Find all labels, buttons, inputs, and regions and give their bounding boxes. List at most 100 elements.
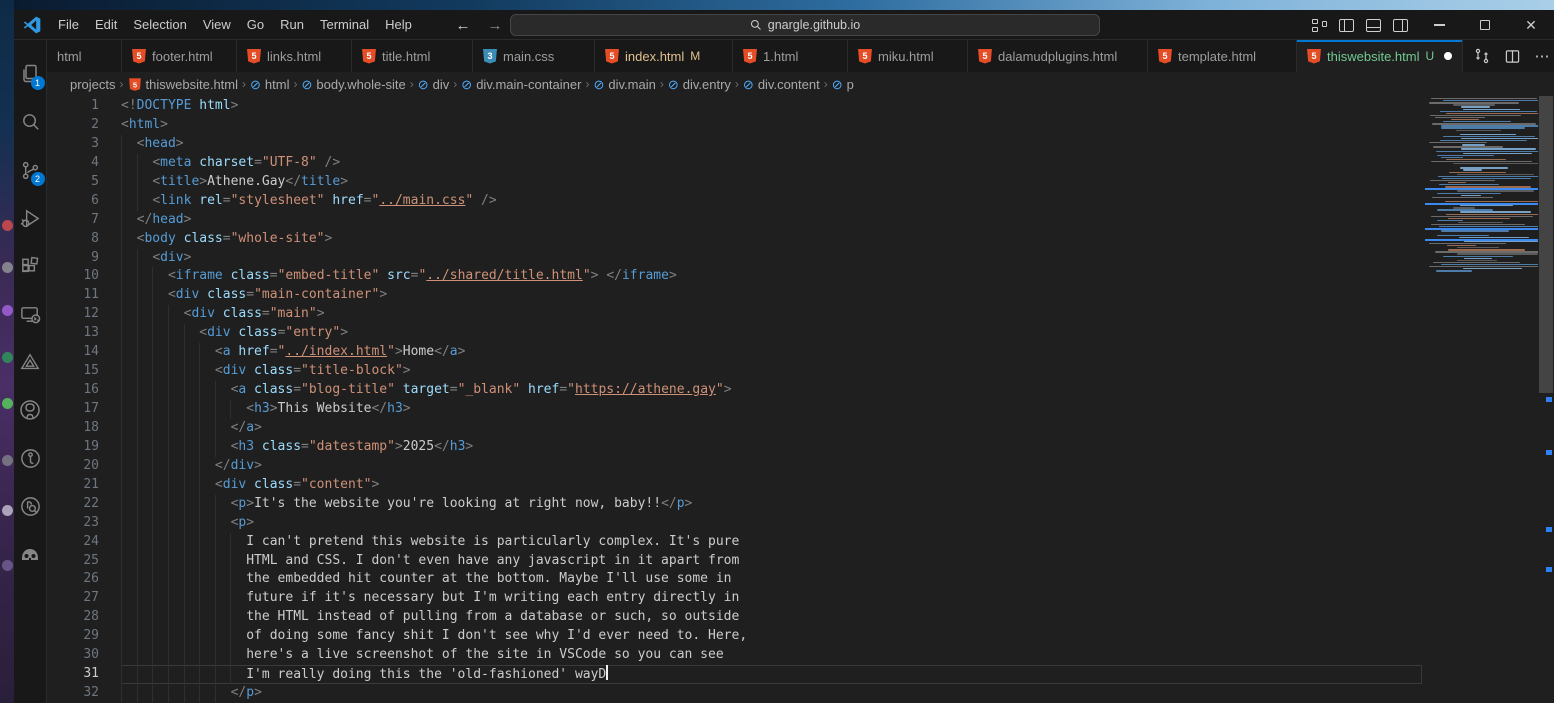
- gitlens-icon[interactable]: [14, 434, 47, 482]
- code-line-12[interactable]: 12 <div class="main">: [47, 305, 1554, 324]
- breadcrumb-item-div[interactable]: ⊘div: [418, 77, 450, 92]
- open-changes-icon[interactable]: [1471, 45, 1493, 67]
- code-line-21[interactable]: 21 <div class="content">: [47, 476, 1554, 495]
- code-line-19[interactable]: 19 <h3 class="datestamp">2025</h3>: [47, 438, 1554, 457]
- code-text: <body class="whole-site">: [121, 230, 332, 249]
- search-icon[interactable]: [14, 98, 47, 146]
- tab-dalamudplugins-html[interactable]: 5dalamudplugins.html: [968, 40, 1148, 72]
- command-center-search[interactable]: gnargle.github.io: [510, 14, 1100, 36]
- code-editor[interactable]: 1<!DOCTYPE html>2<html>3 <head>4 <meta c…: [47, 96, 1554, 703]
- tab-index-html[interactable]: 5index.htmlM: [595, 40, 733, 72]
- vertical-scrollbar[interactable]: [1538, 96, 1554, 703]
- code-text: <h3>This Website</h3>: [121, 400, 411, 419]
- menu-go[interactable]: Go: [239, 10, 272, 40]
- tab-links-html[interactable]: 5links.html: [237, 40, 352, 72]
- minimap[interactable]: [1425, 96, 1538, 286]
- breadcrumb-item-div-content[interactable]: ⊘div.content: [743, 77, 820, 92]
- back-arrow-icon[interactable]: ←: [452, 17, 474, 34]
- code-line-31[interactable]: 31 I'm really doing this the 'old-fashio…: [47, 665, 1554, 684]
- toggle-primary-sidebar-icon[interactable]: [1339, 19, 1354, 32]
- code-line-30[interactable]: 30 here's a live screenshot of the site …: [47, 646, 1554, 665]
- code-line-9[interactable]: 9 <div>: [47, 249, 1554, 268]
- triangle-extension-icon[interactable]: [14, 338, 47, 386]
- code-line-26[interactable]: 26 the embedded hit counter at the botto…: [47, 570, 1554, 589]
- menu-selection[interactable]: Selection: [125, 10, 194, 40]
- close-button[interactable]: ✕: [1508, 10, 1554, 40]
- menu-help[interactable]: Help: [377, 10, 420, 40]
- menu-run[interactable]: Run: [272, 10, 312, 40]
- breadcrumb-item-p[interactable]: ⊘p: [832, 77, 854, 92]
- tab-thiswebsite-html[interactable]: 5thiswebsite.htmlU: [1297, 40, 1463, 72]
- code-line-23[interactable]: 23 <p>: [47, 514, 1554, 533]
- minimap-line: [1443, 136, 1535, 137]
- explorer-icon[interactable]: 1: [14, 50, 47, 98]
- menu-file[interactable]: File: [50, 10, 87, 40]
- code-line-28[interactable]: 28 the HTML instead of pulling from a da…: [47, 608, 1554, 627]
- code-line-1[interactable]: 1<!DOCTYPE html>: [47, 97, 1554, 116]
- code-line-18[interactable]: 18 </a>: [47, 419, 1554, 438]
- source-control-icon[interactable]: 2: [14, 146, 47, 194]
- scrollbar-slider[interactable]: [1539, 96, 1553, 393]
- line-number: 15: [47, 362, 99, 381]
- extensions-icon[interactable]: [14, 242, 47, 290]
- more-actions-icon[interactable]: ⋯: [1531, 45, 1553, 67]
- code-line-27[interactable]: 27 future if it's necessary but I'm writ…: [47, 589, 1554, 608]
- code-line-13[interactable]: 13 <div class="entry">: [47, 324, 1554, 343]
- code-line-3[interactable]: 3 <head>: [47, 135, 1554, 154]
- run-debug-icon[interactable]: [14, 194, 47, 242]
- code-line-17[interactable]: 17 <h3>This Website</h3>: [47, 400, 1554, 419]
- breadcrumb-item-div-entry[interactable]: ⊘div.entry: [668, 77, 731, 92]
- tab-template-html[interactable]: 5template.html: [1148, 40, 1297, 72]
- code-line-32[interactable]: 32 </p>: [47, 684, 1554, 703]
- search-icon: [750, 19, 762, 31]
- maximize-button[interactable]: [1462, 10, 1508, 40]
- code-line-22[interactable]: 22 <p>It's the website you're looking at…: [47, 495, 1554, 514]
- code-line-29[interactable]: 29 of doing some fancy shit I don't see …: [47, 627, 1554, 646]
- tab-html[interactable]: html: [47, 40, 122, 72]
- forward-arrow-icon[interactable]: →: [484, 17, 506, 34]
- breadcrumb-item-body-whole-site[interactable]: ⊘body.whole-site: [301, 77, 405, 92]
- code-text: <a class="blog-title" target="_blank" hr…: [121, 381, 732, 400]
- gitlens-inspect-icon[interactable]: [14, 482, 47, 530]
- customize-layout-icon[interactable]: [1312, 19, 1327, 32]
- code-line-20[interactable]: 20 </div>: [47, 457, 1554, 476]
- tab-1-html[interactable]: 51.html: [733, 40, 848, 72]
- breadcrumb-item-div-main[interactable]: ⊘div.main: [593, 77, 655, 92]
- code-line-2[interactable]: 2<html>: [47, 116, 1554, 135]
- split-editor-icon[interactable]: [1501, 45, 1523, 67]
- minimap-line: [1457, 253, 1538, 254]
- code-line-16[interactable]: 16 <a class="blog-title" target="_blank"…: [47, 381, 1554, 400]
- tab-main-css[interactable]: 3main.css: [473, 40, 595, 72]
- minimap-line: [1437, 193, 1501, 194]
- unsaved-dot-icon[interactable]: [1444, 52, 1452, 60]
- code-line-25[interactable]: 25 HTML and CSS. I don't even have any j…: [47, 552, 1554, 571]
- minimize-button[interactable]: [1416, 10, 1462, 40]
- breadcrumb-item-thiswebsite-html[interactable]: 5thiswebsite.html: [128, 77, 238, 92]
- code-line-14[interactable]: 14 <a href="../index.html">Home</a>: [47, 343, 1554, 362]
- code-line-6[interactable]: 6 <link rel="stylesheet" href="../main.c…: [47, 192, 1554, 211]
- menu-edit[interactable]: Edit: [87, 10, 125, 40]
- breadcrumb-item-div-main-container[interactable]: ⊘div.main-container: [461, 77, 581, 92]
- code-line-15[interactable]: 15 <div class="title-block">: [47, 362, 1554, 381]
- tab-footer-html[interactable]: 5footer.html: [122, 40, 237, 72]
- tab-miku-html[interactable]: 5miku.html: [848, 40, 968, 72]
- code-line-8[interactable]: 8 <body class="whole-site">: [47, 230, 1554, 249]
- github-icon[interactable]: [14, 386, 47, 434]
- code-line-10[interactable]: 10 <iframe class="embed-title" src="../s…: [47, 267, 1554, 286]
- code-line-4[interactable]: 4 <meta charset="UTF-8" />: [47, 154, 1554, 173]
- code-line-7[interactable]: 7 </head>: [47, 211, 1554, 230]
- breadcrumb-item-projects[interactable]: projects: [70, 77, 116, 92]
- vscode-window: FileEditSelectionViewGoRunTerminalHelp ←…: [14, 10, 1554, 703]
- code-line-11[interactable]: 11 <div class="main-container">: [47, 286, 1554, 305]
- godot-icon[interactable]: [14, 530, 47, 578]
- tab-title-html[interactable]: 5title.html: [352, 40, 473, 72]
- menu-terminal[interactable]: Terminal: [312, 10, 377, 40]
- titlebar: FileEditSelectionViewGoRunTerminalHelp ←…: [14, 10, 1554, 40]
- toggle-panel-icon[interactable]: [1366, 19, 1381, 32]
- breadcrumb-item-html[interactable]: ⊘html: [250, 77, 289, 92]
- remote-explorer-icon[interactable]: [14, 290, 47, 338]
- menu-view[interactable]: View: [195, 10, 239, 40]
- toggle-secondary-sidebar-icon[interactable]: [1393, 19, 1408, 32]
- code-line-5[interactable]: 5 <title>Athene.Gay</title>: [47, 173, 1554, 192]
- code-line-24[interactable]: 24 I can't pretend this website is parti…: [47, 533, 1554, 552]
